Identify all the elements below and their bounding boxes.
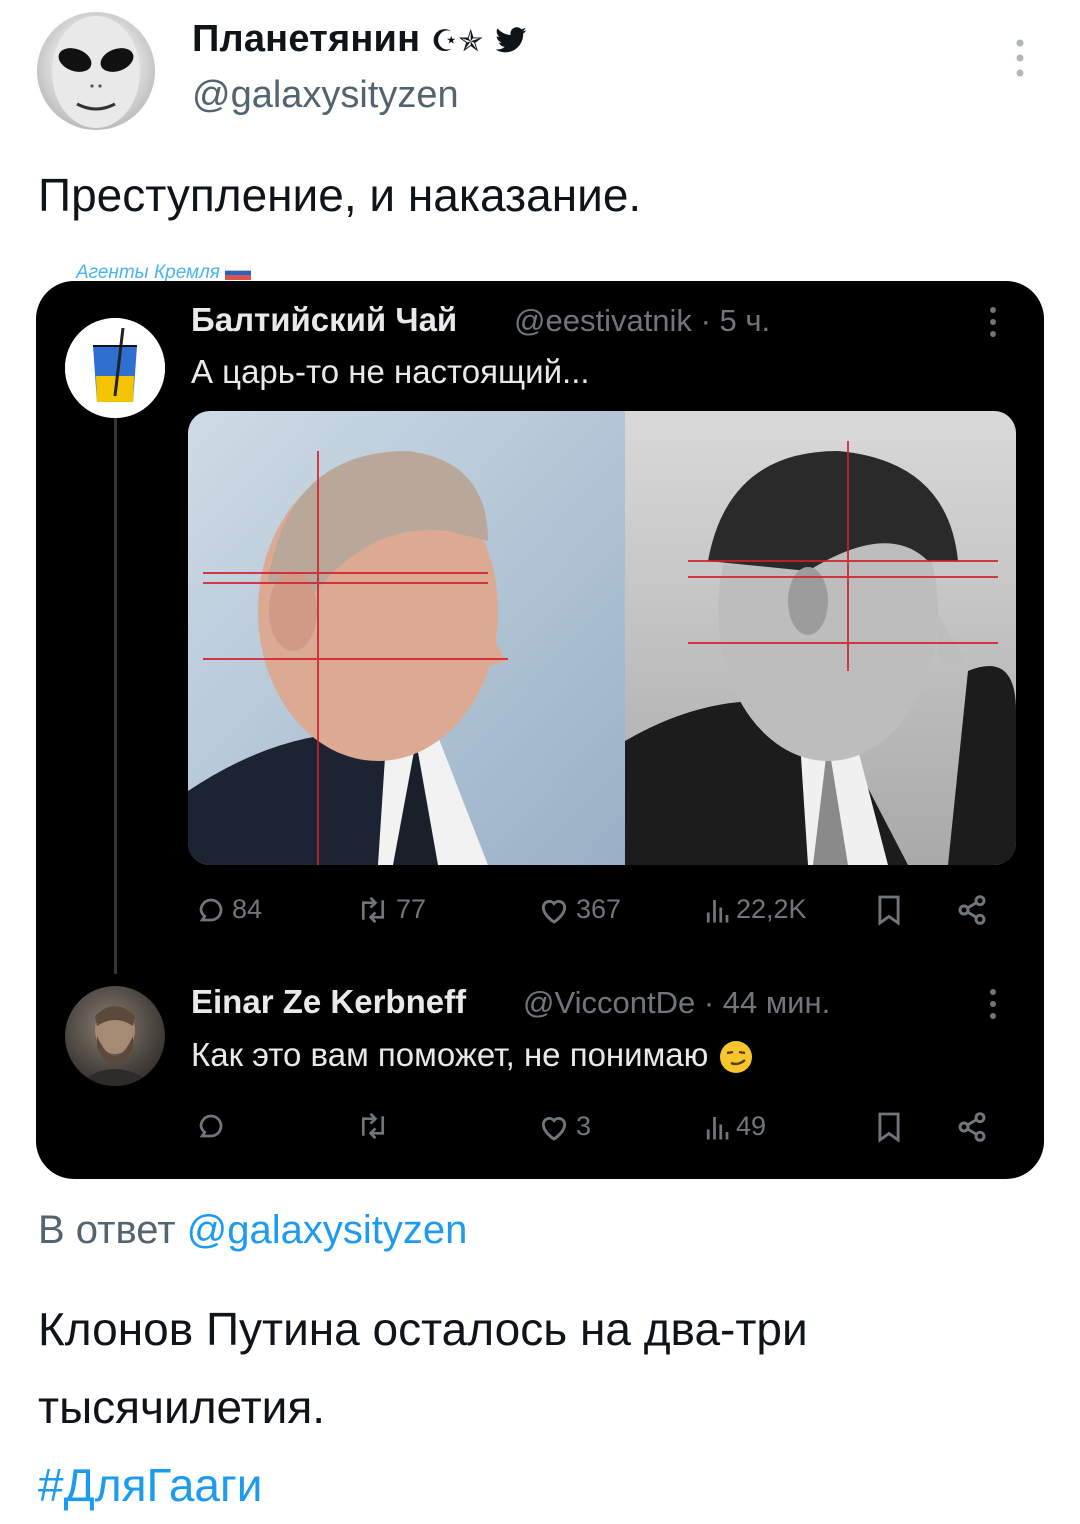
post2-more-icon[interactable] bbox=[989, 989, 997, 1029]
heart-icon bbox=[541, 899, 567, 924]
post2-text-content: Как это вам поможет, не понимаю bbox=[191, 1036, 709, 1073]
post2-time: · 44 мин. bbox=[703, 985, 831, 1020]
reply-handle-link[interactable]: @galaxysityzen bbox=[187, 1208, 468, 1252]
alien-face-icon bbox=[52, 16, 140, 128]
post1-text: А царь-то не настоящий... bbox=[191, 353, 590, 390]
post2-reply-button[interactable] bbox=[196, 1111, 232, 1141]
post2-bookmark-button[interactable] bbox=[876, 1111, 902, 1143]
hashtag-link[interactable]: #ДляГааги bbox=[38, 1459, 262, 1511]
post1-meta: @eestivatnik · 5 ч. bbox=[514, 303, 770, 339]
post1-share-button[interactable] bbox=[956, 894, 988, 926]
post1-views-count: 22,2K bbox=[736, 894, 807, 924]
author-avatar[interactable] bbox=[37, 12, 155, 130]
post1-time: · 5 ч. bbox=[700, 303, 771, 338]
tea-glass-icon bbox=[65, 318, 165, 418]
reply-prefix: В ответ bbox=[38, 1208, 176, 1252]
tweet-text: Преступление, и наказание. bbox=[38, 169, 642, 221]
bookmark-icon bbox=[878, 1112, 900, 1143]
post2-retweet-button[interactable] bbox=[356, 1111, 396, 1141]
post1-retweet-button[interactable]: 77 bbox=[356, 894, 426, 925]
post1-photo[interactable] bbox=[188, 411, 1016, 865]
name-emoji: ☪︎✯ bbox=[430, 25, 484, 58]
post1-reply-count: 84 bbox=[232, 894, 263, 924]
reply-text: Клонов Путина осталось на два-три тысячи… bbox=[38, 1290, 1038, 1524]
watermark-text: Агенты Кремля bbox=[76, 262, 220, 283]
author-display-name[interactable]: Планетянин ☪︎✯ bbox=[192, 18, 528, 61]
post1-reply-button[interactable]: 84 bbox=[196, 894, 262, 925]
embedded-screenshot[interactable]: Балтийский Чай @eestivatnik · 5 ч. А цар… bbox=[36, 281, 1044, 1179]
author-handle[interactable]: @galaxysityzen bbox=[192, 74, 459, 117]
twitter-bird-icon bbox=[495, 27, 527, 53]
heart-icon bbox=[541, 1116, 567, 1141]
post2-like-button[interactable]: 3 bbox=[538, 1111, 591, 1142]
share-icon bbox=[958, 895, 986, 925]
post1-author-name[interactable]: Балтийский Чай bbox=[191, 301, 457, 339]
views-chart-icon bbox=[706, 899, 729, 922]
thread-line bbox=[114, 399, 117, 974]
post2-avatar[interactable] bbox=[65, 986, 165, 1086]
post2-text: Как это вам поможет, не понимаю bbox=[191, 1036, 754, 1075]
post2-views-count: 49 bbox=[736, 1111, 767, 1141]
reply-context: В ответ @galaxysityzen bbox=[38, 1208, 467, 1253]
smirk-emoji-icon bbox=[719, 1041, 752, 1074]
post1-handle[interactable]: @eestivatnik bbox=[514, 303, 692, 338]
face-comparison-image bbox=[188, 411, 1016, 865]
russian-flag-icon bbox=[224, 265, 252, 280]
post2-meta: @ViccontDe · 44 мин. bbox=[523, 985, 830, 1021]
post2-author-name[interactable]: Einar Ze Kerbneff bbox=[191, 983, 466, 1021]
post1-more-icon[interactable] bbox=[989, 307, 997, 347]
bookmark-icon bbox=[878, 895, 900, 926]
reply-icon bbox=[199, 1114, 223, 1138]
reply-text-content: Клонов Путина осталось на два-три тысячи… bbox=[38, 1303, 808, 1433]
post1-retweet-count: 77 bbox=[396, 894, 427, 924]
retweet-icon bbox=[361, 1112, 385, 1140]
bearded-man-icon bbox=[75, 1006, 155, 1086]
post1-avatar[interactable] bbox=[65, 318, 165, 418]
post2-handle[interactable]: @ViccontDe bbox=[523, 985, 695, 1020]
post1-bookmark-button[interactable] bbox=[876, 894, 902, 926]
post1-like-count: 367 bbox=[576, 894, 622, 924]
post2-like-count: 3 bbox=[576, 1111, 592, 1141]
more-options-icon[interactable] bbox=[1008, 36, 1032, 80]
reply-icon bbox=[199, 898, 223, 921]
post2-share-button[interactable] bbox=[956, 1111, 988, 1143]
post1-like-button[interactable]: 367 bbox=[538, 894, 621, 925]
post1-views-button[interactable]: 22,2K bbox=[704, 894, 807, 925]
share-icon bbox=[958, 1112, 986, 1142]
author-name-text: Планетянин bbox=[192, 18, 421, 60]
views-chart-icon bbox=[706, 1116, 729, 1139]
post2-views-button[interactable]: 49 bbox=[704, 1111, 766, 1142]
retweet-icon bbox=[361, 896, 385, 923]
